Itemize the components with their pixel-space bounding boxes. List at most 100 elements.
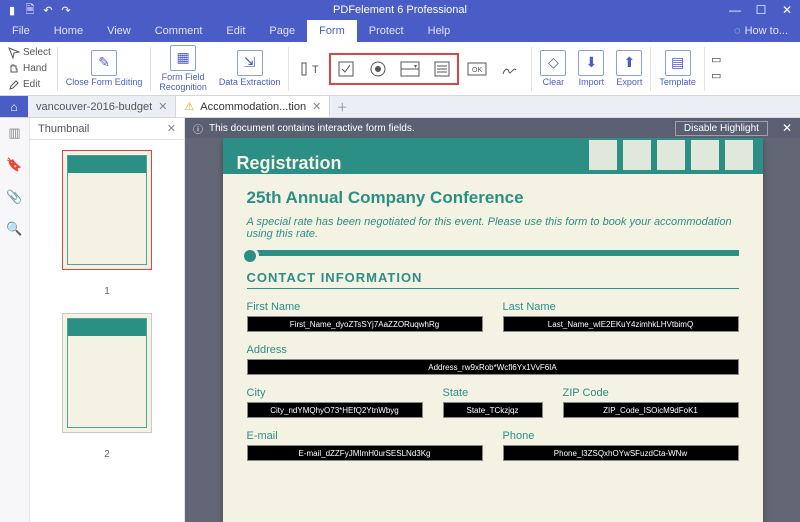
menu-form[interactable]: Form bbox=[307, 20, 357, 42]
add-tab-button[interactable]: ＋ bbox=[330, 96, 354, 117]
svg-text:OK: OK bbox=[472, 67, 482, 74]
checkbox-tool[interactable] bbox=[332, 56, 360, 82]
thumbnail-page-1[interactable] bbox=[62, 150, 152, 270]
email-label: E-mail bbox=[247, 430, 483, 442]
address-field[interactable]: Address_rw9xRob*Wcfl6Yx1VvF6IA bbox=[247, 359, 739, 375]
minimize-button[interactable]: — bbox=[722, 0, 748, 20]
warning-icon: ⚠ bbox=[184, 100, 194, 113]
combobox-tool[interactable] bbox=[396, 56, 424, 82]
email-field[interactable]: E-mail_dZZFyJMImH0urSESLNd3Kg bbox=[247, 445, 483, 461]
close-window-button[interactable]: ✕ bbox=[774, 0, 800, 20]
zip-label: ZIP Code bbox=[563, 387, 739, 399]
info-icon: ⓘ bbox=[193, 121, 203, 136]
document-scroll[interactable]: Registration 25th Annual Company Confere… bbox=[185, 138, 800, 522]
last-name-field[interactable]: Last_Name_wlE2EKuY4zimhkLHVtbimQ bbox=[503, 316, 739, 332]
tab-label: vancouver-2016-budget bbox=[36, 101, 152, 113]
doc-title: 25th Annual Company Conference bbox=[247, 188, 739, 208]
state-field[interactable]: State_TCkzjqz bbox=[443, 402, 543, 418]
first-name-label: First Name bbox=[247, 301, 483, 313]
tab-label: Accommodation...tion bbox=[200, 101, 306, 113]
thumbnail-panel: Thumbnail ✕ 1 2 bbox=[30, 118, 185, 522]
window-title: PDFelement 6 Professional bbox=[333, 4, 467, 16]
template-button[interactable]: ▤ Template bbox=[653, 50, 702, 88]
close-tab-icon[interactable]: ✕ bbox=[158, 100, 167, 113]
form-field-recognition-button[interactable]: ▦ Form Field Recognition bbox=[153, 45, 213, 93]
listbox-tool[interactable] bbox=[428, 56, 456, 82]
align-tool-2[interactable]: ▭ bbox=[711, 69, 731, 85]
radio-tool[interactable] bbox=[364, 56, 392, 82]
thumbnail-label: 2 bbox=[104, 449, 110, 460]
clear-button[interactable]: ◇ Clear bbox=[534, 50, 572, 88]
tab-accommodation[interactable]: ⚠ Accommodation...tion ✕ bbox=[176, 96, 330, 117]
phone-label: Phone bbox=[503, 430, 739, 442]
highlighted-form-tools bbox=[329, 53, 459, 85]
city-label: City bbox=[247, 387, 423, 399]
ribbon: Select Hand Edit ✎ Close Form Editing ▦ … bbox=[0, 42, 800, 96]
bookmark-icon[interactable]: 🔖 bbox=[6, 156, 24, 174]
page-banner: Registration bbox=[223, 138, 763, 174]
text-field-tool[interactable]: T bbox=[297, 56, 325, 82]
menu-view[interactable]: View bbox=[95, 20, 143, 42]
city-field[interactable]: City_ndYMQhyO73*HEfQ2YtnWbyg bbox=[247, 402, 423, 418]
maximize-button[interactable]: ☐ bbox=[748, 0, 774, 20]
redo-icon[interactable]: ↷ bbox=[58, 2, 74, 18]
import-icon: ⬇ bbox=[578, 50, 604, 76]
address-label: Address bbox=[247, 344, 739, 356]
menu-file[interactable]: File bbox=[0, 20, 42, 42]
close-form-icon: ✎ bbox=[91, 50, 117, 76]
new-doc-icon[interactable]: 🗎 bbox=[22, 2, 38, 18]
close-thumbnail-panel[interactable]: ✕ bbox=[167, 122, 176, 135]
menu-edit[interactable]: Edit bbox=[214, 20, 257, 42]
zip-field[interactable]: ZIP_Code_ISOicM9dFoK1 bbox=[563, 402, 739, 418]
data-extraction-button[interactable]: ⇲ Data Extraction bbox=[213, 50, 287, 88]
search-icon[interactable]: 🔍 bbox=[6, 220, 24, 238]
import-button[interactable]: ⬇ Import bbox=[572, 50, 610, 88]
section-heading: CONTACT INFORMATION bbox=[247, 270, 739, 289]
button-tool[interactable]: OK bbox=[463, 56, 491, 82]
align-tool-1[interactable]: ▭ bbox=[711, 53, 731, 69]
title-bar: ▮ 🗎 ↶ ↷ PDFelement 6 Professional — ☐ ✕ bbox=[0, 0, 800, 20]
first-name-field[interactable]: First_Name_dyoZTsSYj7AaZZORuqwhRg bbox=[247, 316, 483, 332]
menu-page[interactable]: Page bbox=[257, 20, 307, 42]
main-area: ▥ 🔖 📎 🔍 Thumbnail ✕ 1 2 ⓘ This document … bbox=[0, 118, 800, 522]
how-to-link[interactable]: ◌How to... bbox=[734, 25, 788, 37]
last-name-label: Last Name bbox=[503, 301, 739, 313]
signature-tool[interactable] bbox=[495, 56, 523, 82]
close-tab-icon[interactable]: ✕ bbox=[312, 100, 321, 113]
pdf-page: Registration 25th Annual Company Confere… bbox=[223, 138, 763, 522]
thumbnail-icon[interactable]: ▥ bbox=[6, 124, 24, 142]
app-icon: ▮ bbox=[4, 2, 20, 18]
menu-protect[interactable]: Protect bbox=[357, 20, 416, 42]
thumbnail-title: Thumbnail bbox=[38, 123, 89, 135]
hand-tool[interactable]: Hand bbox=[8, 61, 47, 77]
clear-icon: ◇ bbox=[540, 50, 566, 76]
extraction-icon: ⇲ bbox=[237, 50, 263, 76]
disable-highlight-button[interactable]: Disable Highlight bbox=[675, 121, 768, 136]
close-infobar-button[interactable]: ✕ bbox=[782, 121, 792, 135]
menu-home[interactable]: Home bbox=[42, 20, 95, 42]
document-tabs: ⌂ vancouver-2016-budget ✕ ⚠ Accommodatio… bbox=[0, 96, 800, 118]
svg-text:T: T bbox=[312, 64, 319, 76]
edit-tool[interactable]: Edit bbox=[8, 77, 40, 93]
menu-help[interactable]: Help bbox=[416, 20, 463, 42]
thumbnail-label: 1 bbox=[104, 286, 110, 297]
template-icon: ▤ bbox=[665, 50, 691, 76]
export-icon: ⬆ bbox=[616, 50, 642, 76]
state-label: State bbox=[443, 387, 543, 399]
recognition-icon: ▦ bbox=[170, 45, 196, 71]
select-tool[interactable]: Select bbox=[8, 45, 51, 61]
banner-text: Registration bbox=[237, 153, 342, 174]
attachment-icon[interactable]: 📎 bbox=[6, 188, 24, 206]
menu-comment[interactable]: Comment bbox=[143, 20, 215, 42]
close-form-editing-button[interactable]: ✎ Close Form Editing bbox=[60, 50, 149, 88]
info-bar: ⓘ This document contains interactive for… bbox=[185, 118, 800, 138]
undo-icon[interactable]: ↶ bbox=[40, 2, 56, 18]
document-area: ⓘ This document contains interactive for… bbox=[185, 118, 800, 522]
phone-field[interactable]: Phone_l3ZSQxhOYwSFuzdCta-WNw bbox=[503, 445, 739, 461]
home-tab-icon[interactable]: ⌂ bbox=[0, 96, 28, 117]
thumbnail-page-2[interactable] bbox=[62, 313, 152, 433]
tab-vancouver-budget[interactable]: vancouver-2016-budget ✕ bbox=[28, 96, 176, 117]
export-button[interactable]: ⬆ Export bbox=[610, 50, 648, 88]
divider bbox=[247, 250, 739, 256]
menu-bar: File Home View Comment Edit Page Form Pr… bbox=[0, 20, 800, 42]
